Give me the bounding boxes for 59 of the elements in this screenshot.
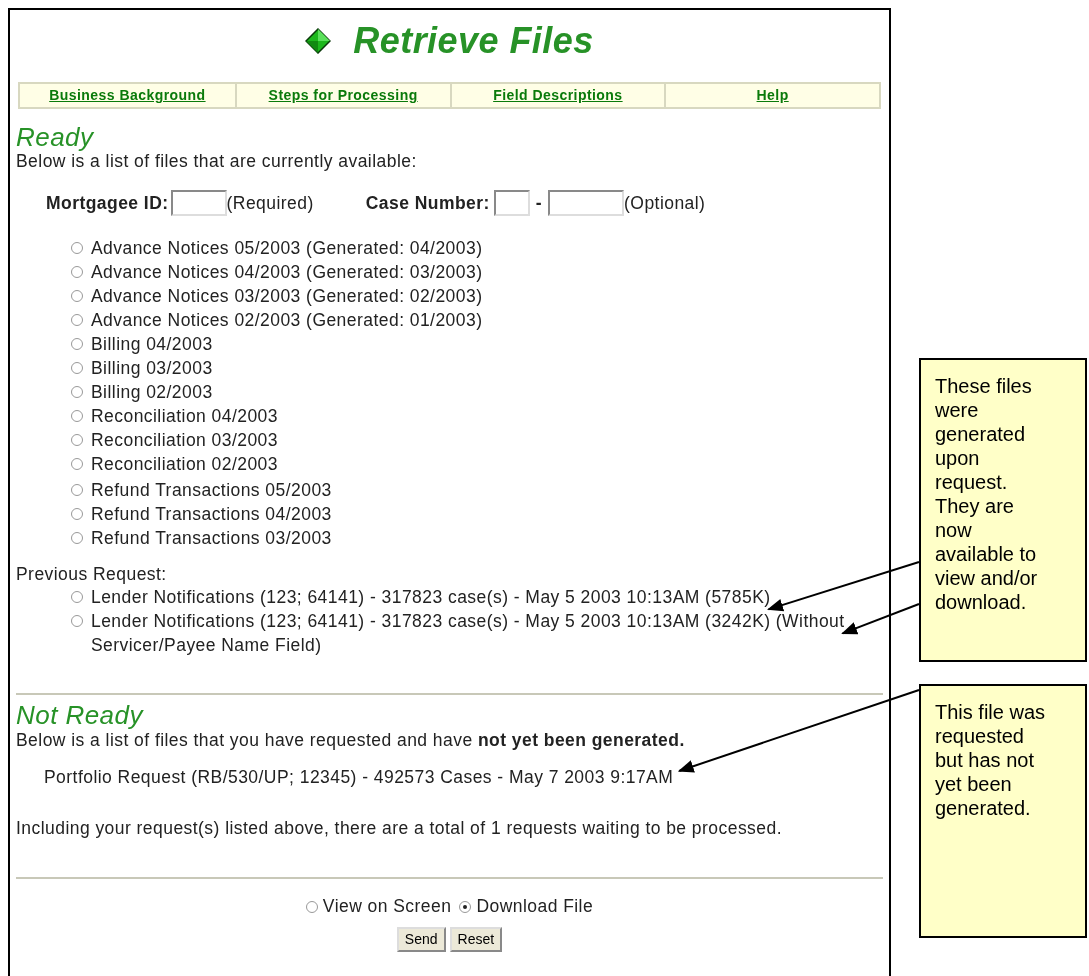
file-option: Billing 03/2003 [91, 357, 213, 379]
option-label: Download File [476, 896, 594, 918]
reset-button[interactable]: Reset [449, 927, 503, 952]
file-option: Billing 02/2003 [91, 381, 213, 403]
pending-request: Portfolio Request (RB/530/UP; 12345) - 492573 Cases - May 7 2003 9:17AM [44, 767, 675, 788]
radio-button[interactable] [71, 532, 83, 545]
hint-text: (Required) [226, 192, 314, 214]
hint-text: (Optional) [624, 192, 706, 214]
case-number-field[interactable] [548, 190, 625, 217]
radio-button[interactable] [71, 508, 83, 521]
page-title: Retrieve Files [353, 19, 594, 63]
radio-button[interactable] [71, 338, 83, 351]
description-text: Below is a list of files that are currently available: [16, 151, 418, 173]
nav-link[interactable]: Business Background [20, 84, 235, 107]
file-option: Lender Notifications (123; 64141) - 317823 case(s) - May 5 2003 10:13AM (5785K) [91, 585, 771, 610]
radio-button[interactable] [71, 290, 83, 303]
radio-button[interactable] [305, 901, 318, 913]
file-option: Refund Transactions 05/2003 [91, 479, 332, 501]
radio-button[interactable] [71, 410, 83, 423]
file-option: Refund Transactions 04/2003 [91, 503, 332, 525]
separator-text: - [535, 192, 543, 214]
mortgagee-id-field[interactable] [170, 190, 227, 217]
nav-link[interactable]: Steps for Processing [234, 84, 450, 107]
file-option: Reconciliation 04/2003 [91, 405, 278, 427]
nav-link[interactable]: Field Descriptions [449, 84, 665, 107]
callout-note: This file was requested but has not yet been generated. [919, 684, 1087, 938]
field-label: Case Number: [365, 192, 490, 214]
radio-button[interactable] [71, 242, 83, 255]
label-text: Previous Request: [16, 564, 168, 586]
radio-button[interactable] [71, 314, 83, 327]
radio-button[interactable] [71, 362, 83, 375]
file-option: Advance Notices 03/2003 (Generated: 02/2003) [91, 285, 483, 307]
description-text: Below is a list of files that you have requested and have not yet been generated. [16, 730, 686, 751]
radio-button[interactable] [71, 434, 83, 447]
radio-button[interactable] [459, 901, 472, 913]
diamond-icon [305, 28, 332, 54]
callout-note: These files were generated upon request. They are now available to view and/or download. [919, 358, 1087, 662]
file-option: Refund Transactions 03/2003 [91, 527, 332, 549]
radio-button[interactable] [71, 591, 83, 604]
nav-link[interactable]: Help [664, 84, 879, 107]
section-heading: Ready [16, 122, 95, 152]
radio-button[interactable] [71, 386, 83, 399]
file-option: Advance Notices 04/2003 (Generated: 03/2003) [91, 261, 483, 283]
radio-button[interactable] [71, 458, 83, 471]
info-text: Including your request(s) listed above, there are a total of 1 requests waiting to be processed. [16, 818, 783, 839]
option-label: View on Screen [322, 896, 452, 918]
section-heading: Not Ready [16, 701, 145, 730]
file-option: Reconciliation 03/2003 [91, 429, 278, 451]
radio-button[interactable] [71, 484, 83, 497]
radio-button[interactable] [71, 266, 83, 279]
radio-button[interactable] [71, 615, 83, 628]
field-label: Mortgagee ID: [46, 192, 169, 214]
send-button[interactable]: Send [396, 927, 446, 952]
file-option: Advance Notices 05/2003 (Generated: 04/2003) [91, 237, 483, 259]
case-number-field[interactable] [493, 190, 530, 217]
file-option: Billing 04/2003 [91, 333, 213, 355]
file-option: Reconciliation 02/2003 [91, 453, 278, 475]
file-option: Advance Notices 02/2003 (Generated: 01/2003) [91, 309, 483, 331]
file-option: Lender Notifications (123; 64141) - 317823 case(s) - May 5 2003 10:13AM (3242K) (Without Servicer/Payee Name Field) [91, 609, 881, 658]
